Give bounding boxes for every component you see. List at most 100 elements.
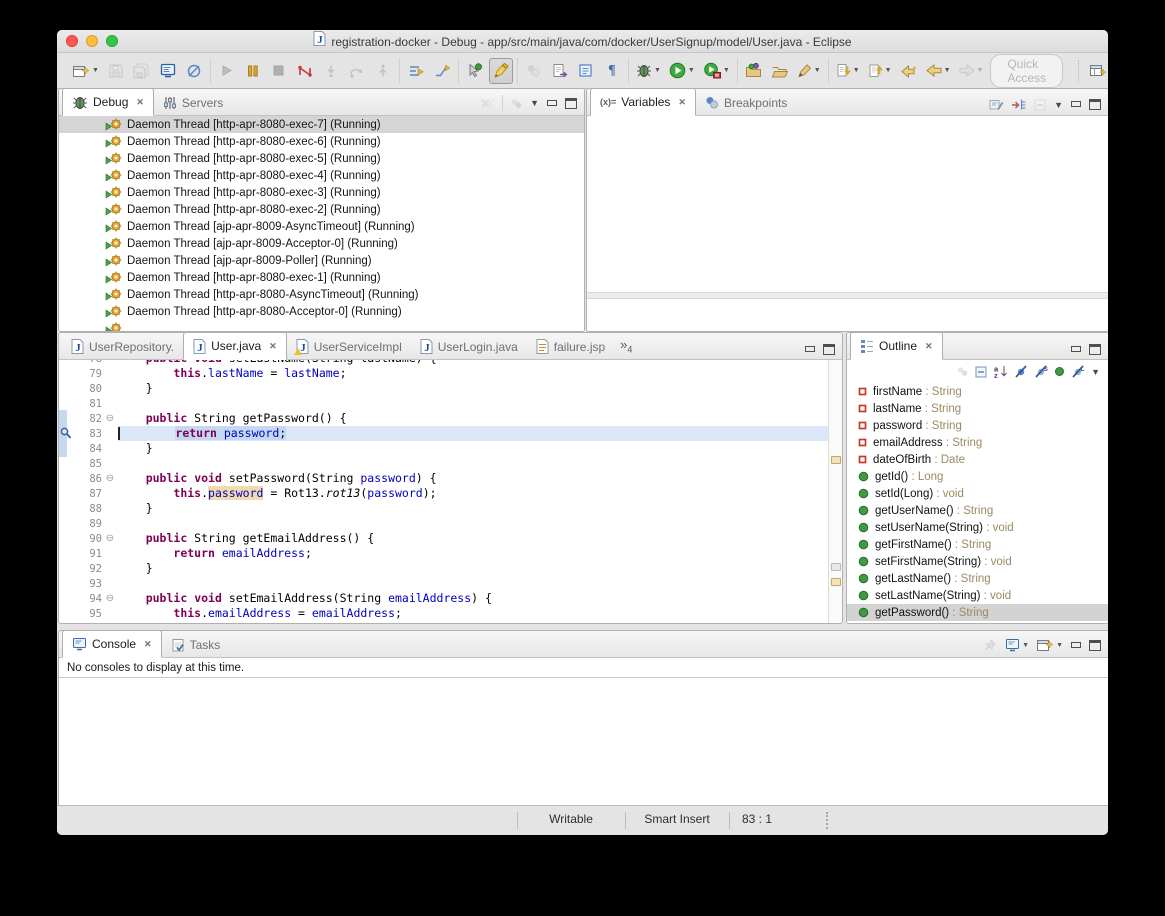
debug-thread-row[interactable]: Daemon Thread [http-apr-8080-exec-5] (Ru… (59, 150, 584, 167)
debug-thread-row[interactable]: Daemon Thread [ajp-apr-8009-Acceptor-0] … (59, 235, 584, 252)
outline-item-getusername[interactable]: getUserName() : String (847, 502, 1108, 519)
editor-tab-userserviceimpl[interactable]: JUserServiceImpl (287, 334, 411, 359)
run-launch-button[interactable]: ▼ (666, 58, 698, 84)
minimize-view-button[interactable] (1070, 99, 1082, 110)
editor-tab-user-java[interactable]: JUser.java✕ (183, 332, 287, 360)
annotation-gutter[interactable] (59, 591, 72, 606)
zoom-window-button[interactable] (106, 35, 118, 47)
remove-terminated-button[interactable] (480, 97, 495, 110)
maximize-view-button[interactable] (1089, 640, 1101, 651)
debug-thread-row[interactable]: Daemon Thread [http-apr-8080-exec-6] (Ru… (59, 133, 584, 150)
annotation-gutter[interactable] (59, 531, 72, 546)
toggle-step-filters-button[interactable] (430, 58, 454, 84)
fold-collapse-icon[interactable]: ⊖ (102, 531, 118, 546)
debug-extra-button[interactable] (510, 98, 523, 109)
annotation-gutter[interactable] (59, 396, 72, 411)
annotation-gutter[interactable] (59, 606, 72, 621)
maximize-view-button[interactable] (1089, 344, 1101, 355)
annotation-gutter[interactable] (59, 501, 72, 516)
display-selected-console-button[interactable]: ▼ (1005, 638, 1029, 652)
debug-thread-row[interactable]: Daemon Thread [http-apr-8080-Acceptor-0]… (59, 303, 584, 320)
last-edit-location-button[interactable] (897, 58, 921, 84)
disconnect-button[interactable] (293, 58, 317, 84)
dropdown-arrow-icon[interactable]: ▼ (853, 67, 860, 74)
dropdown-arrow-icon[interactable]: ▼ (654, 67, 661, 74)
collapse-all-button[interactable] (1034, 99, 1047, 111)
debug-thread-row[interactable]: Daemon Thread [http-apr-8080-exec-4] (Ru… (59, 167, 584, 184)
status-bar-handle[interactable] (826, 812, 828, 829)
outline-item-getfirstname[interactable]: getFirstName() : String (847, 536, 1108, 553)
outline-item-setidlong[interactable]: setId(Long) : void (847, 485, 1108, 502)
outline-item-setusernamestring[interactable]: setUserName(String) : void (847, 519, 1108, 536)
close-icon[interactable]: ✕ (269, 341, 277, 352)
editor-code-area[interactable]: 78 public void setLastName(String lastNa… (59, 360, 829, 623)
tab-servers[interactable]: Servers (154, 90, 232, 115)
fold-collapse-icon[interactable]: ⊖ (102, 591, 118, 606)
mark-occurrences-button[interactable] (489, 58, 513, 84)
dropdown-arrow-icon[interactable]: ▼ (885, 67, 892, 74)
editor-tab-failure-jsp[interactable]: failure.jsp (527, 334, 614, 359)
open-console-button[interactable]: ▼ (1036, 637, 1063, 653)
focus-button[interactable] (956, 366, 969, 377)
outline-item-setfirstnamestring[interactable]: setFirstName(String) : void (847, 553, 1108, 570)
variables-tree-area[interactable] (587, 116, 1108, 331)
debug-thread-tree[interactable]: Daemon Thread [http-apr-8080-exec-7] (Ru… (59, 116, 584, 331)
back-button[interactable]: ▼ (923, 58, 954, 84)
hide-static-button[interactable]: S (1034, 365, 1048, 378)
variables-detail-splitter[interactable] (587, 292, 1108, 299)
maximize-view-button[interactable] (565, 98, 577, 109)
annotation-gutter[interactable] (59, 366, 72, 381)
folder-packages-button[interactable] (742, 58, 766, 84)
maximize-view-button[interactable] (823, 344, 835, 355)
annotation-gutter[interactable] (59, 546, 72, 561)
outline-item-password[interactable]: password : String (847, 417, 1108, 434)
outline-item-dateofbirth[interactable]: dateOfBirth : Date (847, 451, 1108, 468)
dropdown-arrow-icon[interactable]: ▼ (814, 67, 821, 74)
tab-outline[interactable]: Outline ✕ (850, 332, 943, 360)
hide-locals-button[interactable]: L (1071, 365, 1085, 378)
minimize-view-button[interactable] (1070, 344, 1082, 355)
outline-item-getid[interactable]: getId() : Long (847, 468, 1108, 485)
dropdown-arrow-icon[interactable]: ▼ (92, 67, 99, 74)
sort-button[interactable]: az (994, 365, 1008, 378)
maximize-view-button[interactable] (1089, 99, 1101, 110)
annotation-gutter[interactable] (59, 471, 72, 486)
collapse-all-button[interactable] (975, 366, 988, 378)
debug-launch-button[interactable]: ▼ (633, 58, 664, 84)
debug-thread-row[interactable]: Daemon Thread [http-apr-8080-AsyncTimeou… (59, 286, 584, 303)
editor-tab-userlogin-java[interactable]: JUserLogin.java (411, 334, 527, 359)
editor-tab-userrepository-[interactable]: JUserRepository. (62, 334, 183, 359)
outline-item-getpassword[interactable]: getPassword() : String (847, 604, 1108, 621)
tab-console[interactable]: Console ✕ (62, 630, 162, 658)
outline-item-firstname[interactable]: firstName : String (847, 383, 1108, 400)
annotation-gutter[interactable] (59, 516, 72, 531)
overview-marker[interactable] (831, 456, 841, 464)
outline-item-emailaddress[interactable]: emailAddress : String (847, 434, 1108, 451)
show-selected-element-button[interactable] (574, 58, 598, 84)
tab-tasks[interactable]: Tasks (162, 632, 230, 657)
dropdown-arrow-icon[interactable]: ▼ (688, 67, 695, 74)
pin-console-button[interactable] (984, 639, 998, 652)
previous-annotation-button[interactable]: ▼ (865, 58, 895, 84)
annotation-gutter[interactable] (59, 486, 72, 501)
fold-collapse-icon[interactable]: ⊖ (102, 411, 118, 426)
dropdown-arrow-icon[interactable]: ▼ (944, 67, 951, 74)
annotation-gutter[interactable] (59, 456, 72, 471)
outline-item-setlastnamestring[interactable]: setLastName(String) : void (847, 587, 1108, 604)
folder-open-button[interactable] (768, 58, 792, 84)
add-watch-button[interactable] (1011, 98, 1027, 111)
tab-debug[interactable]: Debug ✕ (62, 88, 154, 116)
close-window-button[interactable] (66, 35, 78, 47)
debug-thread-row[interactable]: Daemon Thread [http-apr-8080-exec-1] (Ru… (59, 269, 584, 286)
close-icon[interactable]: ✕ (925, 341, 933, 352)
use-step-filters-button[interactable] (404, 58, 428, 84)
show-type-names-button[interactable] (989, 98, 1004, 111)
close-icon[interactable]: ✕ (136, 97, 144, 108)
tab-breakpoints[interactable]: Breakpoints (696, 90, 796, 115)
close-icon[interactable]: ✕ (144, 639, 152, 650)
hide-fields-button[interactable] (1014, 365, 1028, 378)
marker-pen-button[interactable]: ▼ (794, 58, 824, 84)
overview-marker[interactable] (831, 578, 841, 586)
outline-item-getlastname[interactable]: getLastName() : String (847, 570, 1108, 587)
close-icon[interactable]: ✕ (678, 97, 686, 108)
